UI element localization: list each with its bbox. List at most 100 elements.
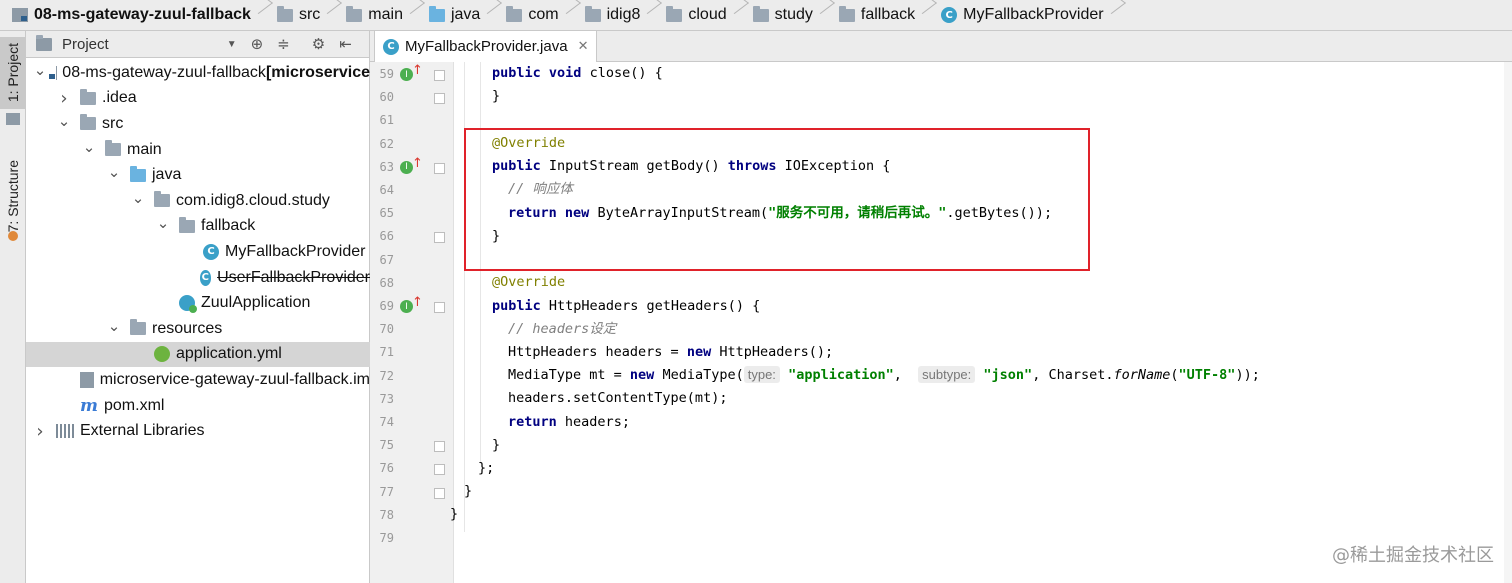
- fold-marker-icon[interactable]: [434, 70, 445, 81]
- tree-item-label: com.idig8.cloud.study: [176, 191, 330, 209]
- line-number: 61: [379, 113, 394, 128]
- line-number: 78: [379, 507, 394, 522]
- gear-icon[interactable]: ⚙: [312, 35, 325, 53]
- breadcrumb-item-study[interactable]: study: [749, 0, 817, 30]
- line-number: 66: [379, 229, 394, 244]
- expand-arrow-icon[interactable]: ⌄: [132, 189, 145, 207]
- tree-item-label: .idea: [102, 89, 137, 107]
- collapse-all-icon[interactable]: ≑: [277, 35, 290, 53]
- hide-panel-icon[interactable]: ⇤: [339, 35, 352, 53]
- tree-item[interactable]: C UserFallbackProvider: [26, 265, 370, 291]
- project-icon: [12, 8, 28, 22]
- tree-item[interactable]: ⌄ com.idig8.cloud.study: [26, 188, 370, 214]
- code-area[interactable]: public void close() { } @Override public…: [450, 62, 1512, 583]
- code-line-63: public InputStream getBody() throws IOEx…: [492, 158, 891, 174]
- package-icon: [506, 5, 523, 22]
- tree-item[interactable]: ⌄ java: [26, 162, 370, 188]
- tree-item[interactable]: › .idea: [26, 86, 370, 112]
- expand-arrow-icon[interactable]: ⌄: [83, 138, 96, 156]
- code-line-69: public HttpHeaders getHeaders() {: [492, 298, 761, 314]
- line-number: 75: [379, 438, 394, 453]
- watermark: @稀土掘金技术社区: [1332, 545, 1494, 566]
- tree-item-label: External Libraries: [80, 422, 205, 440]
- code-editor: C MyFallbackProvider.java ✕ 59 I ↑ 60 61 62 63…: [370, 31, 1512, 583]
- line-number: 69: [379, 299, 394, 313]
- fold-marker-icon[interactable]: [434, 162, 445, 174]
- expand-arrow-icon[interactable]: ⌄: [157, 214, 170, 232]
- fold-marker-icon[interactable]: [434, 487, 445, 499]
- project-panel-title[interactable]: Project: [62, 36, 109, 53]
- source-folder-icon: [130, 165, 146, 182]
- tree-item[interactable]: › External Libraries: [26, 418, 370, 444]
- param-hint-subtype: subtype:: [918, 366, 976, 383]
- tree-item[interactable]: ⌄ fallback: [26, 214, 370, 240]
- collapse-arrow-icon[interactable]: ›: [34, 421, 46, 442]
- override-arrow-icon[interactable]: ↑: [412, 63, 423, 78]
- fold-marker-icon[interactable]: [434, 441, 445, 453]
- vertical-scrollbar[interactable]: [1504, 62, 1512, 583]
- code-line-68: @Override: [492, 274, 566, 290]
- tab-project-tool[interactable]: 1: Project: [0, 37, 26, 109]
- override-arrow-icon[interactable]: ↑: [412, 295, 423, 310]
- line-number: 74: [379, 415, 394, 429]
- tree-item[interactable]: microservice-gateway-zuul-fallback.im: [26, 367, 370, 393]
- chevron-right-icon: [484, 0, 496, 30]
- breadcrumb-item-cloud[interactable]: cloud: [662, 0, 730, 30]
- fold-marker-icon[interactable]: [434, 464, 445, 476]
- breadcrumb-item-myfallbackprovider[interactable]: C MyFallbackProvider: [937, 0, 1107, 30]
- line-number: 62: [379, 136, 394, 151]
- tree-item[interactable]: C MyFallbackProvider: [26, 239, 370, 265]
- close-tab-icon[interactable]: ✕: [578, 39, 589, 54]
- code-line-62: @Override: [492, 135, 566, 151]
- breadcrumb-item-fallback[interactable]: fallback: [835, 0, 919, 30]
- code-line-74: return headers;: [508, 414, 630, 430]
- class-icon: C: [199, 269, 212, 286]
- line-number: 68: [379, 275, 394, 290]
- tree-item-label: UserFallbackProvider: [217, 268, 370, 286]
- tree-item[interactable]: m pom.xml: [26, 393, 370, 419]
- spring-yml-icon: [154, 346, 170, 363]
- line-number: 71: [379, 345, 394, 360]
- structure-tool-icon: [8, 231, 18, 241]
- collapse-arrow-icon[interactable]: ›: [58, 88, 70, 109]
- folder-icon: [276, 5, 293, 22]
- tree-item[interactable]: application.yml: [26, 341, 370, 368]
- code-line-71: HttpHeaders headers = new HttpHeaders();: [508, 344, 834, 360]
- breadcrumb-item-project[interactable]: 08-ms-gateway-zuul-fallback: [8, 0, 255, 30]
- tree-item-label: pom.xml: [104, 396, 165, 414]
- chevron-right-icon: [919, 0, 931, 30]
- tree-item[interactable]: ⌄ resources: [26, 316, 370, 342]
- scroll-from-source-icon[interactable]: ⊕: [251, 35, 264, 53]
- expand-arrow-icon[interactable]: ⌄: [34, 61, 47, 79]
- code-line-59: public void close() {: [492, 65, 663, 81]
- code-line-77: }: [464, 483, 473, 499]
- class-icon: C: [383, 38, 399, 55]
- tree-item[interactable]: ⌄ main: [26, 137, 370, 163]
- tree-item[interactable]: ZuulApplication: [26, 290, 370, 316]
- spring-app-icon: [179, 295, 197, 314]
- code-line-70: // headers设定: [508, 321, 617, 337]
- package-icon: [838, 5, 855, 22]
- fold-marker-icon[interactable]: [434, 232, 445, 244]
- package-icon: [584, 5, 601, 22]
- tree-item[interactable]: ⌄ 08-ms-gateway-zuul-fallback [microservi…: [26, 60, 370, 86]
- code-line-66: }: [492, 228, 501, 244]
- code-line-75: }: [492, 437, 501, 453]
- expand-arrow-icon[interactable]: ⌄: [58, 112, 71, 130]
- override-arrow-icon[interactable]: ↑: [412, 156, 423, 171]
- chevron-right-icon: [563, 0, 575, 30]
- code-line-60: }: [492, 88, 501, 104]
- line-number: 65: [379, 206, 394, 221]
- expand-arrow-icon[interactable]: ⌄: [108, 163, 121, 181]
- code-line-76: };: [478, 460, 495, 476]
- folder-icon: [105, 140, 121, 157]
- tab-myfallbackprovider-java[interactable]: C MyFallbackProvider.java ✕: [374, 31, 598, 62]
- fold-marker-icon[interactable]: [434, 302, 445, 313]
- tree-item[interactable]: ⌄ src: [26, 111, 370, 137]
- dropdown-arrow-icon[interactable]: ▼: [227, 39, 237, 50]
- tree-item-label: 08-ms-gateway-zuul-fallback: [62, 63, 266, 81]
- tree-item-label: fallback: [201, 217, 256, 235]
- line-number: 64: [379, 183, 394, 197]
- expand-arrow-icon[interactable]: ⌄: [108, 317, 121, 335]
- fold-marker-icon[interactable]: [434, 93, 445, 105]
